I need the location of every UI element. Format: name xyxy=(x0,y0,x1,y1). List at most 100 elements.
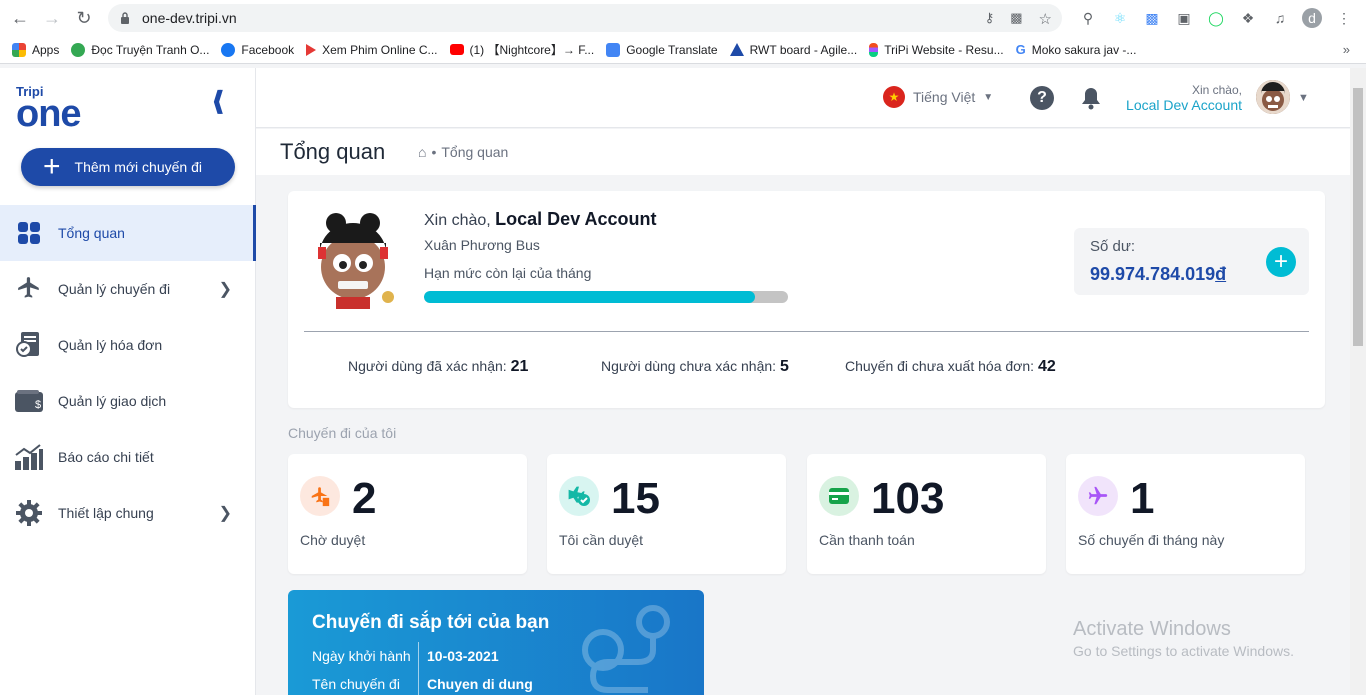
google-translate-icon xyxy=(606,42,621,57)
bookmark-item[interactable]: RWT board - Agile... xyxy=(729,43,857,57)
sidebar-item-reports[interactable]: Báo cáo chi tiết xyxy=(0,429,256,485)
chart-icon xyxy=(14,442,44,472)
translate-extension-icon[interactable]: ▩ xyxy=(1142,8,1162,28)
tile-label: Cần thanh toán xyxy=(819,532,915,548)
gear-icon xyxy=(14,498,44,528)
avatar[interactable] xyxy=(1256,80,1290,114)
address-bar[interactable]: one-dev.tripi.vn ⚷ ▩ ☆ xyxy=(108,4,1062,32)
tile-trips-this-month[interactable]: 1 Số chuyến đi tháng này xyxy=(1066,454,1305,574)
trip-name-label: Tên chuyến đi xyxy=(312,676,400,692)
stat-unconfirmed-users: Người dùng chưa xác nhận: 5 xyxy=(601,358,789,375)
bookmark-apps[interactable]: Apps xyxy=(12,42,59,57)
user-greeting[interactable]: Xin chào, Local Dev Account xyxy=(1126,83,1242,113)
section-title-my-trips: Chuyến đi của tôi xyxy=(288,425,397,441)
bell-icon[interactable] xyxy=(1080,86,1102,110)
route-map-icon xyxy=(582,605,670,693)
trip-name-value: Chuyen di dung xyxy=(427,676,533,692)
collapse-sidebar-icon[interactable]: ⟨⟨ xyxy=(212,86,225,117)
sidebar-item-overview[interactable]: Tổng quan xyxy=(0,205,256,261)
help-icon[interactable]: ? xyxy=(1030,86,1054,110)
currency-symbol: đ xyxy=(1215,264,1227,284)
user-avatar-illustration xyxy=(318,213,394,309)
plane-icon xyxy=(1078,476,1118,516)
tile-pending-approval[interactable]: 2 Chờ duyệt xyxy=(288,454,527,574)
tile-need-my-approval[interactable]: 15 Tôi cần duyệt xyxy=(547,454,786,574)
windows-activation-watermark: Activate Windows Go to Settings to activ… xyxy=(1073,618,1294,659)
breadcrumb-item: Tổng quan xyxy=(441,144,509,160)
key-icon[interactable]: ⚷ xyxy=(985,10,995,28)
puzzle-icon[interactable]: ❖ xyxy=(1238,8,1258,28)
maps-extension-icon[interactable]: ⚲ xyxy=(1078,8,1098,28)
home-icon[interactable]: ⌂ xyxy=(418,144,426,160)
forward-icon[interactable]: → xyxy=(40,6,64,30)
bookmark-item[interactable]: TriPi Website - Resu... xyxy=(869,42,1004,57)
limit-progress-bar xyxy=(424,291,788,303)
chevron-down-icon[interactable]: ▼ xyxy=(1298,92,1309,104)
sidebar-item-label: Tổng quan xyxy=(58,225,125,241)
tripi-one-logo[interactable]: Tripi one xyxy=(16,85,82,133)
start-date-label: Ngày khởi hành xyxy=(312,648,411,664)
sidebar-item-settings[interactable]: Thiết lập chung ❯ xyxy=(0,485,256,541)
upcoming-trip-card[interactable]: Chuyến đi sắp tới của bạn Ngày khởi hành… xyxy=(288,590,704,695)
scrollbar[interactable] xyxy=(1350,68,1366,695)
page-titlebar: Tổng quan ⌂ • Tổng quan xyxy=(256,129,1350,175)
apps-grid-icon xyxy=(12,42,26,57)
profile-avatar[interactable]: d xyxy=(1302,8,1322,28)
bookmarks-bar: Apps Đọc Truyện Tranh O... Facebook Xem … xyxy=(0,36,1366,64)
company-name: Xuân Phương Bus xyxy=(424,237,540,253)
add-trip-button[interactable]: + Thêm mới chuyến đi xyxy=(21,148,235,186)
upcoming-title: Chuyến đi sắp tới của bạn xyxy=(312,612,550,633)
sidebar-item-transactions[interactable]: $ Quản lý giao dịch xyxy=(0,373,256,429)
credit-card-icon xyxy=(819,476,859,516)
reload-icon[interactable]: ↻ xyxy=(72,6,96,30)
dashboard-icon xyxy=(14,218,44,248)
divider xyxy=(304,331,1309,332)
app-header: ★ Tiếng Việt ▼ ? Xin chào, Local Dev Acc… xyxy=(256,68,1350,128)
bookmark-item[interactable]: G Moko sakura jav -... xyxy=(1016,42,1137,57)
welcome-greeting: Xin chào, Local Dev Account xyxy=(424,209,657,229)
sidebar-item-label: Báo cáo chi tiết xyxy=(58,449,154,465)
welcome-username: Local Dev Account xyxy=(495,209,657,229)
plane-check-icon xyxy=(559,476,599,516)
sidebar-item-label: Thiết lập chung xyxy=(58,505,154,521)
breadcrumb: ⌂ • Tổng quan xyxy=(418,144,509,160)
lock-icon xyxy=(121,12,129,24)
media-icon[interactable]: ♫ xyxy=(1270,8,1290,28)
bookmark-item[interactable]: Xem Phim Online C... xyxy=(306,43,438,57)
bookmark-item[interactable]: Facebook xyxy=(221,42,294,57)
chevron-right-icon: ❯ xyxy=(218,281,232,298)
plus-icon: + xyxy=(43,150,61,183)
language-selector[interactable]: ★ Tiếng Việt ▼ xyxy=(883,86,993,108)
tile-need-payment[interactable]: 103 Cần thanh toán xyxy=(807,454,1046,574)
bookmark-item[interactable]: Google Translate xyxy=(606,42,718,57)
bookmark-item[interactable]: (1) 【Nightcore】→ F... xyxy=(449,41,594,58)
menu-kebab-icon[interactable]: ⋮ xyxy=(1334,8,1354,28)
star-icon[interactable]: ☆ xyxy=(1039,10,1052,28)
url-text: one-dev.tripi.vn xyxy=(142,10,237,26)
back-icon[interactable]: ← xyxy=(8,6,32,30)
circle-extension-icon[interactable]: ◯ xyxy=(1206,8,1226,28)
scrollbar-thumb[interactable] xyxy=(1353,88,1363,346)
limit-progress-fill xyxy=(424,291,756,303)
vietnam-flag-icon: ★ xyxy=(883,86,905,108)
sidebar-item-trips[interactable]: Quản lý chuyến đi ❯ xyxy=(0,261,256,317)
sidebar: Tripi one ⟨⟨ + Thêm mới chuyến đi Tổng q… xyxy=(0,68,256,695)
balance-value: 99.974.784.019đ xyxy=(1090,264,1227,284)
sidebar-item-invoices[interactable]: Quản lý hóa đơn xyxy=(0,317,256,373)
translate-icon[interactable]: ▩ xyxy=(1010,10,1022,28)
react-extension-icon[interactable]: ⚛ xyxy=(1110,8,1130,28)
image-extension-icon[interactable]: ▣ xyxy=(1174,8,1194,28)
youtube-icon xyxy=(449,44,464,55)
bookmarks-overflow-icon[interactable]: » xyxy=(1343,42,1350,57)
top-up-button[interactable]: + xyxy=(1266,247,1296,277)
bookmark-item[interactable]: Đọc Truyện Tranh O... xyxy=(71,42,209,57)
sidebar-menu: Tổng quan Quản lý chuyến đi ❯ Quản lý hó… xyxy=(0,205,256,541)
balance-label: Số dư: xyxy=(1090,238,1136,255)
balance-box: Số dư: 99.974.784.019đ + xyxy=(1074,228,1309,295)
plane-document-icon xyxy=(300,476,340,516)
limit-label: Hạn mức còn lại của tháng xyxy=(424,265,592,281)
invoice-icon xyxy=(14,330,44,360)
google-icon: G xyxy=(1015,42,1026,57)
sidebar-item-label: Quản lý giao dịch xyxy=(58,393,167,409)
divider xyxy=(418,642,419,695)
